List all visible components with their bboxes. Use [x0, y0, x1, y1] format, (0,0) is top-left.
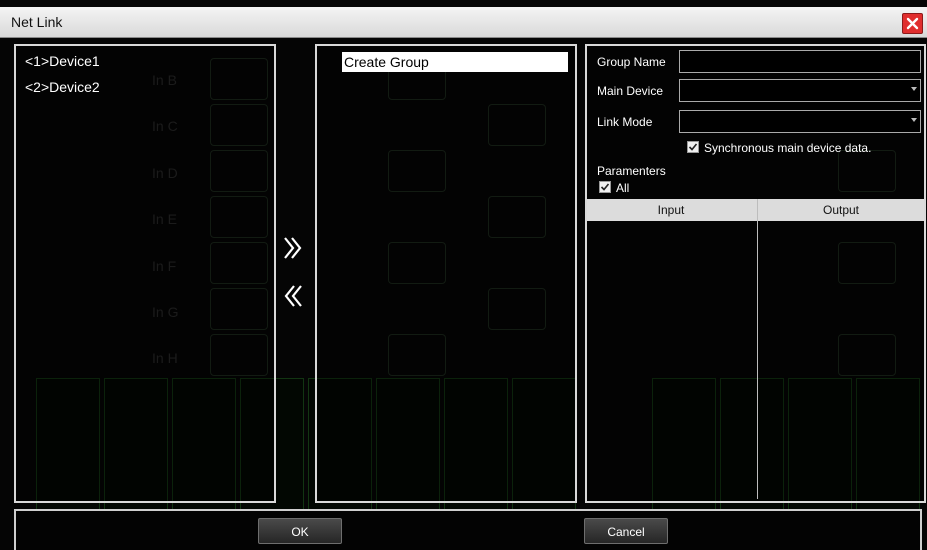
device-list-item[interactable]: <2>Device2 [25, 79, 100, 95]
close-icon [906, 17, 919, 30]
cancel-button[interactable]: Cancel [584, 518, 668, 544]
link-mode-select[interactable] [679, 110, 921, 133]
device-list[interactable]: <1>Device1 <2>Device2 [14, 44, 276, 503]
all-label[interactable]: All [616, 181, 629, 195]
checkmark-icon [600, 183, 610, 191]
checkmark-icon [688, 143, 698, 151]
create-group-item[interactable]: Create Group [342, 52, 568, 72]
group-name-label: Group Name [597, 55, 666, 69]
chevron-down-icon [911, 118, 917, 122]
double-chevron-right-icon[interactable] [282, 235, 304, 261]
sync-label[interactable]: Synchronous main device data. [704, 141, 871, 155]
close-button[interactable] [902, 13, 923, 34]
device-list-item[interactable]: <1>Device1 [25, 53, 100, 69]
double-chevron-left-icon[interactable] [282, 283, 304, 309]
group-properties-panel: Group Name Main Device Link Mode Synchro… [585, 44, 926, 503]
main-device-label: Main Device [597, 84, 664, 98]
sync-checkbox[interactable] [687, 141, 699, 153]
output-column-header[interactable]: Output [757, 203, 925, 217]
input-column-header[interactable]: Input [587, 203, 755, 217]
window-title: Net Link [11, 14, 63, 30]
title-bar[interactable]: Net Link [0, 7, 927, 38]
parameters-label: Paramenters [597, 164, 666, 178]
ok-button[interactable]: OK [258, 518, 342, 544]
group-list[interactable]: Create Group [315, 44, 577, 503]
main-device-select[interactable] [679, 79, 921, 102]
chevron-down-icon [911, 87, 917, 91]
button-bar [14, 509, 922, 550]
link-mode-label: Link Mode [597, 115, 653, 129]
group-name-input[interactable] [679, 50, 921, 73]
column-divider [757, 199, 758, 499]
parameters-table-header: Input Output [587, 199, 924, 221]
net-link-dialog: In B In C In D In E In F In G In H Net L… [0, 0, 927, 550]
all-checkbox[interactable] [599, 181, 611, 193]
